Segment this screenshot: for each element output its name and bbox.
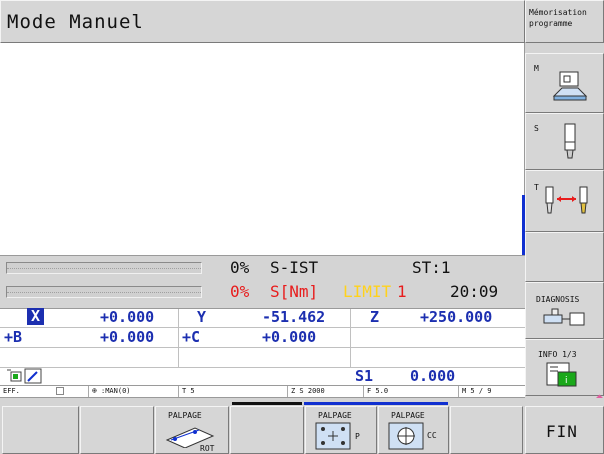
eff-box [56,387,64,395]
diagnosis-icon [543,308,585,326]
p-label: P [355,432,360,441]
spindle-row-label: S1 [355,367,374,385]
softkey-m[interactable]: M [525,53,604,113]
tool-change-icon [545,186,588,214]
cc-label: CC [427,431,437,440]
z-s-info: Z S 2000 [291,387,325,395]
probe-point-icon [315,422,351,450]
man-label: :MAN(0) [101,387,131,395]
softkey-s[interactable]: S [525,113,604,170]
probe-circle-center-icon [388,422,424,450]
softkey-t-label: T [534,183,539,192]
measure-icon [24,368,42,384]
main-display-area [0,43,525,255]
axis-c-label: +C [182,328,201,346]
axis-b-value: +0.000 [100,328,155,346]
softkey-empty-right[interactable] [525,232,604,282]
spindle-load-bar [6,262,202,274]
eff-label: EFF. [3,387,20,395]
axis-b-label: +B [4,328,23,346]
stage-label: ST:1 [412,258,451,277]
program-memorization-label: Mémorisation programme [529,8,587,28]
axis-z-value: +250.000 [420,308,493,326]
header-bar: Mode Manuel [0,0,525,43]
datum-icon [7,369,22,382]
softkey-info-label: INFO 1/3 [538,350,577,359]
softkey-palpage-p[interactable]: PALPAGE P [305,406,377,454]
svg-text:i: i [565,376,568,386]
tool-info: T 5 [182,387,195,395]
softkey-2[interactable] [80,406,154,454]
axis-y-label: Y [197,308,207,326]
softkey-fin[interactable]: FIN [525,406,604,454]
softkey-diagnosis[interactable]: DIAGNOSIS [525,282,604,339]
torque-label: S[Nm] [270,282,319,301]
torque-percent: 0% [230,282,250,301]
limit-label: LIMIT [343,282,392,301]
man-icon: ⊕ [92,386,97,395]
axis-x-label: X [27,308,44,325]
axis-x-value: +0.000 [100,308,155,326]
softkey-7[interactable] [450,406,523,454]
machine-icon [552,71,588,101]
softkey-palpage-cc[interactable]: PALPAGE CC [378,406,449,454]
info-bar: EFF. ⊕ :MAN(0) T 5 Z S 2000 F 5.0 M 5 / … [0,386,525,398]
program-memorization-panel[interactable]: Mémorisation programme [525,0,604,43]
info-icon: i [546,362,577,387]
palpage-cc-label: PALPAGE [391,411,425,420]
m-info: M 5 / 9 [462,387,492,395]
mode-title: Mode Manuel [7,11,144,33]
limit-number: 1 [397,282,407,301]
clock: 20:09 [450,282,499,301]
palpage-rot-label: PALPAGE [168,411,202,420]
axis-c-value: +0.000 [262,328,317,346]
torque-load-bar [6,286,202,298]
feed-info: F 5.0 [367,387,389,395]
softkey-4[interactable] [230,406,304,454]
softkey-palpage-rot[interactable]: PALPAGE ROT [155,406,229,454]
axis-y-value: -51.462 [262,308,326,326]
softkey-page-indicator-1 [232,402,302,405]
softkey-s-label: S [534,124,539,133]
softkey-info[interactable]: INFO 1/3 i [525,339,604,396]
spindle-percent: 0% [230,258,250,277]
softkey-page-indicator-2 [304,402,448,405]
axis-z-label: Z [370,308,380,326]
spindle-icon [564,123,576,159]
fin-label: FIN [546,422,578,441]
palpage-p-label: PALPAGE [318,411,352,420]
softkey-diagnosis-label: DIAGNOSIS [536,295,580,304]
spindle-label: S-IST [270,258,319,277]
softkey-1[interactable] [2,406,79,454]
spindle-row-value: 0.000 [410,367,456,385]
softkey-t[interactable]: T [525,170,604,232]
rot-label: ROT [200,444,215,453]
softkey-m-label: M [534,64,539,73]
